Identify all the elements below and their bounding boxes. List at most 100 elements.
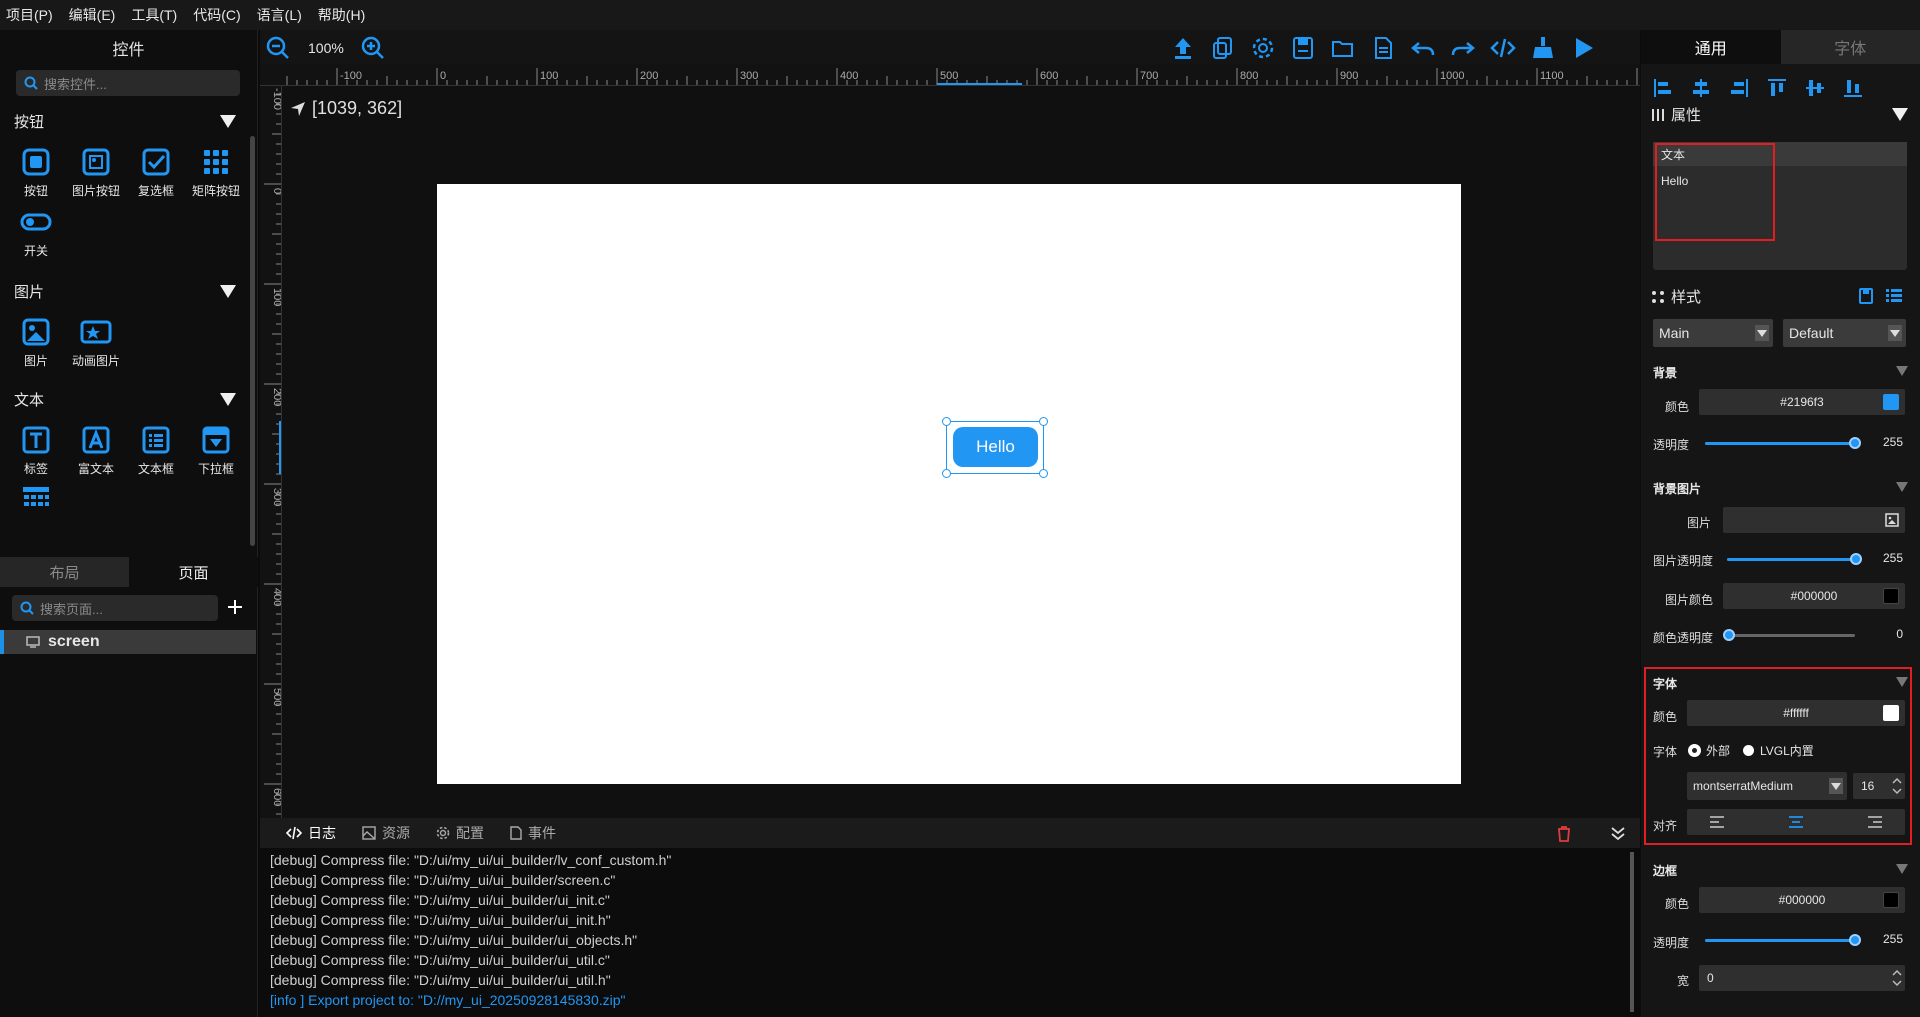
bg-color-label: 颜色 — [1665, 400, 1690, 414]
tab-font[interactable]: 字体 — [1780, 30, 1920, 64]
collapse-icon[interactable] — [1892, 108, 1908, 121]
widget-label-item[interactable]: 标签 — [6, 424, 66, 477]
tab-layout[interactable]: 布局 — [0, 557, 129, 587]
state-select[interactable]: Default — [1783, 319, 1906, 347]
resize-handle[interactable] — [1039, 469, 1048, 478]
widget-panel-scrollbar[interactable] — [250, 136, 255, 546]
section-buttons-header[interactable]: 按钮 — [0, 106, 250, 136]
list-icon[interactable] — [1886, 289, 1902, 303]
collapse-icon[interactable] — [1896, 482, 1908, 492]
page-search-input[interactable]: 搜索页面... — [12, 595, 218, 621]
color-swatch[interactable] — [1883, 394, 1899, 410]
ruler-label: 900 — [1340, 70, 1358, 82]
bgimg-image-field[interactable] — [1723, 507, 1905, 533]
bg-color-field[interactable]: #2196f3 — [1699, 389, 1905, 415]
align-left-icon[interactable] — [1653, 78, 1673, 98]
border-opa-slider[interactable]: 255 — [1701, 927, 1907, 953]
font-size-input[interactable]: 16 — [1853, 773, 1905, 799]
align-center-v-icon[interactable] — [1805, 78, 1825, 98]
tab-events[interactable]: 事件 — [510, 823, 556, 843]
align-right-icon[interactable] — [1729, 78, 1749, 98]
text-align-right-icon[interactable] — [1867, 816, 1883, 828]
bgimg-color-opa-slider[interactable]: 0 — [1723, 622, 1907, 648]
resize-handle[interactable] — [942, 469, 951, 478]
upload-icon[interactable] — [1170, 35, 1196, 61]
align-center-h-icon[interactable] — [1691, 78, 1711, 98]
folder-open-icon[interactable] — [1330, 35, 1356, 61]
radio-external[interactable]: 外部 — [1689, 742, 1730, 759]
align-top-icon[interactable] — [1767, 78, 1787, 98]
align-bottom-icon[interactable] — [1843, 78, 1863, 98]
trash-icon[interactable] — [1556, 825, 1572, 842]
tab-resources[interactable]: 资源 — [362, 823, 410, 843]
bgimg-opa-slider[interactable]: 255 — [1723, 546, 1907, 572]
widget-switch[interactable]: 开关 — [6, 206, 66, 259]
tab-pages[interactable]: 页面 — [129, 557, 258, 587]
image-picker-icon[interactable] — [1885, 513, 1899, 527]
widget-search-input[interactable]: 搜索控件... — [16, 70, 240, 96]
tab-config[interactable]: 配置 — [436, 823, 484, 843]
part-select[interactable]: Main — [1653, 319, 1773, 347]
tab-general[interactable]: 通用 — [1641, 30, 1781, 64]
widget-button[interactable]: 按钮 — [6, 146, 66, 199]
resize-handle[interactable] — [1039, 417, 1048, 426]
undo-icon[interactable] — [1410, 35, 1436, 61]
copy-icon[interactable] — [1210, 35, 1236, 61]
style-save-icon[interactable] — [1859, 288, 1873, 304]
collapse-icon[interactable] — [1896, 366, 1908, 376]
widget-checkbox[interactable]: 复选框 — [126, 146, 186, 199]
menu-edit[interactable]: 编辑(E) — [69, 5, 116, 25]
color-swatch[interactable] — [1883, 588, 1899, 604]
spinner-icon[interactable] — [1891, 967, 1903, 989]
section-images-header[interactable]: 图片 — [0, 276, 250, 306]
bgimg-color-field[interactable]: #000000 — [1723, 583, 1905, 609]
menu-tools[interactable]: 工具(T) — [131, 5, 177, 25]
tab-log[interactable]: 日志 — [286, 823, 336, 843]
widget-button-matrix[interactable]: 矩阵按钮 — [186, 146, 246, 199]
font-name-select[interactable]: montserratMedium — [1687, 772, 1847, 800]
spinner-icon[interactable] — [1891, 775, 1903, 797]
section-text-header[interactable]: 文本 — [0, 384, 250, 414]
play-icon[interactable] — [1570, 35, 1596, 61]
color-swatch[interactable] — [1883, 892, 1899, 908]
code-icon[interactable] — [1490, 35, 1516, 61]
bgimg-color-value: #000000 — [1790, 589, 1838, 603]
widget-calendar[interactable] — [6, 482, 66, 518]
widget-animimg[interactable]: 动画图片 — [66, 316, 126, 369]
collapse-icon[interactable] — [1896, 677, 1908, 687]
redo-icon[interactable] — [1450, 35, 1476, 61]
settings-icon[interactable] — [1250, 35, 1276, 61]
collapse-icon[interactable] — [1896, 864, 1908, 874]
menu-code[interactable]: 代码(C) — [193, 5, 240, 25]
widget-dropdown[interactable]: 下拉框 — [186, 424, 246, 477]
screen-preview[interactable] — [437, 184, 1461, 784]
log-scrollbar[interactable] — [1630, 852, 1634, 1012]
style-header[interactable]: 样式 — [1651, 286, 1701, 307]
bg-opa-slider[interactable]: 255 — [1701, 430, 1907, 456]
save-icon[interactable] — [1290, 35, 1316, 61]
add-page-icon[interactable] — [227, 599, 243, 615]
border-color-field[interactable]: #000000 — [1699, 887, 1905, 913]
collapse-panel-icon[interactable] — [1610, 825, 1626, 841]
color-swatch[interactable] — [1883, 705, 1899, 721]
menu-language[interactable]: 语言(L) — [257, 5, 302, 25]
page-item-screen[interactable]: screen — [0, 630, 256, 654]
menu-project[interactable]: 项目(P) — [6, 5, 53, 25]
resize-handle[interactable] — [942, 417, 951, 426]
menu-help[interactable]: 帮助(H) — [318, 5, 365, 25]
widget-image[interactable]: 图片 — [6, 316, 66, 369]
font-color-field[interactable]: #ffffff — [1687, 700, 1905, 726]
hello-button-widget[interactable]: Hello — [953, 427, 1038, 467]
text-align-center-icon[interactable] — [1788, 816, 1804, 828]
radio-lvgl[interactable]: LVGL内置 — [1743, 742, 1814, 759]
border-width-input[interactable]: 0 — [1699, 965, 1905, 991]
text-align-left-icon[interactable] — [1709, 816, 1725, 828]
new-file-icon[interactable] — [1370, 35, 1396, 61]
widget-textarea[interactable]: 文本框 — [126, 424, 186, 477]
clean-icon[interactable] — [1530, 35, 1556, 61]
properties-header[interactable]: 属性 — [1651, 104, 1701, 125]
widget-image-button[interactable]: 图片按钮 — [66, 146, 126, 199]
zoom-out-icon[interactable] — [266, 36, 290, 60]
widget-richtext[interactable]: 富文本 — [66, 424, 126, 477]
zoom-in-icon[interactable] — [361, 36, 385, 60]
